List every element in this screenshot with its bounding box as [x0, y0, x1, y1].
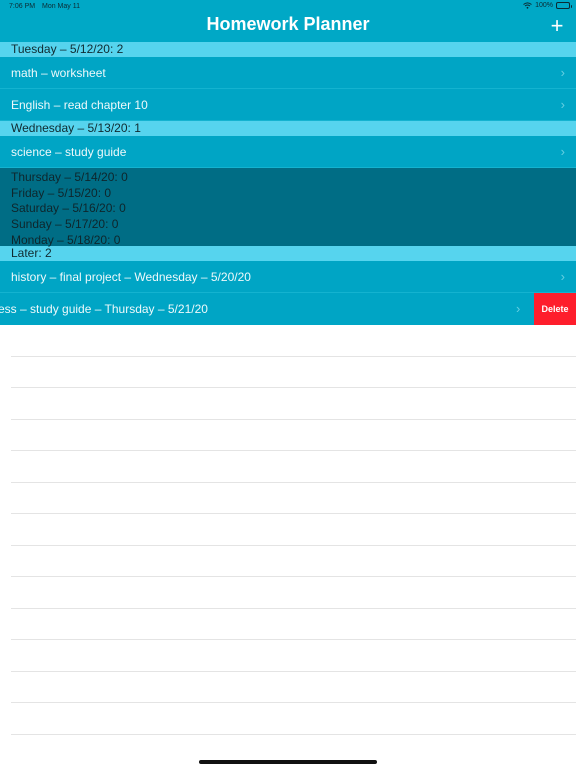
chevron-right-icon: › — [560, 269, 565, 284]
empty-row — [11, 546, 576, 577]
empty-row — [11, 388, 576, 420]
status-time: 7:06 PM — [9, 3, 36, 10]
empty-days-block: Thursday – 5/14/20: 0 Friday – 5/15/20: … — [0, 168, 576, 247]
list-item[interactable]: English – read chapter 10 › — [0, 89, 576, 121]
chevron-right-icon: › — [560, 65, 565, 80]
list-item-label: science – study guide — [11, 145, 127, 159]
status-date: Mon May 11 — [42, 3, 80, 10]
chevron-right-icon: › — [516, 301, 521, 316]
empty-day-friday: Friday – 5/15/20: 0 — [11, 185, 112, 200]
section-header-tuesday: Tuesday – 5/12/20: 2 — [0, 42, 576, 57]
empty-row — [11, 420, 576, 451]
empty-row — [11, 325, 576, 357]
wifi-icon — [523, 2, 532, 9]
list-item[interactable]: history – final project – Wednesday – 5/… — [0, 261, 576, 293]
empty-row — [11, 640, 576, 672]
empty-row — [11, 483, 576, 514]
home-indicator[interactable] — [199, 760, 377, 764]
page-title: Homework Planner — [206, 14, 370, 34]
list-item-label: math – worksheet — [11, 66, 106, 80]
status-bar: 7:06 PM Mon May 11 100% — [0, 0, 576, 13]
empty-row — [11, 514, 576, 546]
section-header-wednesday: Wednesday – 5/13/20: 1 — [0, 121, 576, 136]
section-header-later: Later: 2 — [0, 246, 576, 261]
list-item-label: English – read chapter 10 — [11, 98, 148, 112]
list-item-label: ess – study guide – Thursday – 5/21/20 — [0, 302, 208, 316]
empty-table-rows — [0, 325, 576, 735]
chevron-right-icon: › — [560, 144, 565, 159]
empty-row — [11, 577, 576, 609]
empty-day-sunday: Sunday – 5/17/20: 0 — [11, 217, 119, 232]
battery-percent: 100% — [535, 2, 553, 9]
empty-day-saturday: Saturday – 5/16/20: 0 — [11, 201, 126, 216]
delete-button[interactable]: Delete — [534, 293, 576, 325]
status-indicators: 100% — [523, 2, 572, 9]
empty-day-thursday: Thursday – 5/14/20: 0 — [11, 170, 128, 184]
add-homework-button[interactable]: + — [547, 15, 567, 37]
swiped-list-item[interactable]: ess – study guide – Thursday – 5/21/20 ›… — [0, 293, 576, 325]
empty-row — [11, 672, 576, 703]
navigation-bar: 7:06 PM Mon May 11 100% Homework Planner… — [0, 0, 576, 42]
empty-row — [11, 451, 576, 483]
empty-row — [11, 357, 576, 388]
battery-icon — [556, 2, 572, 9]
chevron-right-icon: › — [560, 97, 565, 112]
empty-row — [11, 609, 576, 640]
list-item-label: history – final project – Wednesday – 5/… — [11, 270, 251, 284]
list-item[interactable]: math – worksheet › — [0, 57, 576, 89]
homework-list: Tuesday – 5/12/20: 2 math – worksheet › … — [0, 42, 576, 325]
empty-row — [11, 703, 576, 735]
list-item[interactable]: science – study guide › — [0, 136, 576, 168]
